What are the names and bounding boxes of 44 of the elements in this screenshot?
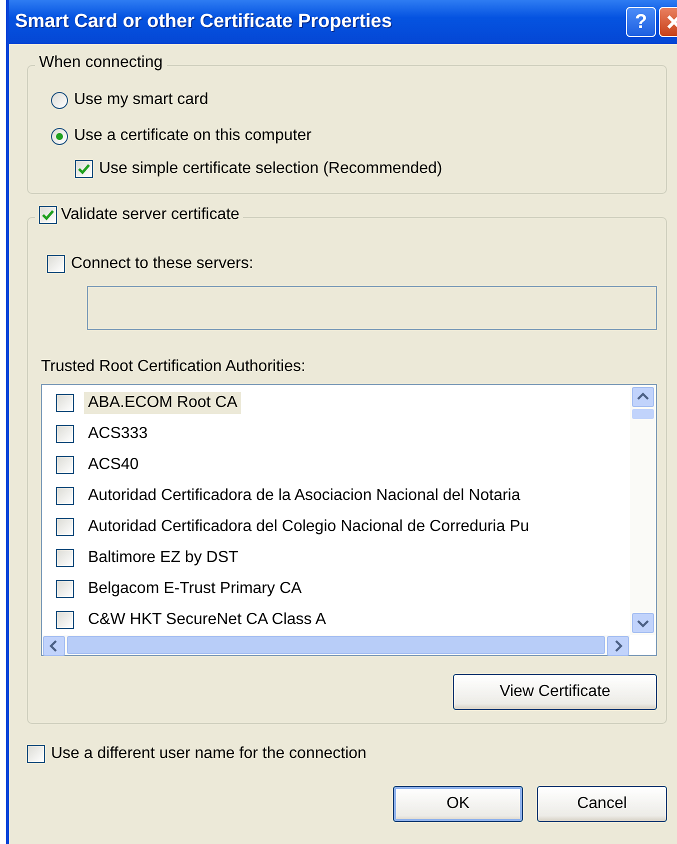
list-item[interactable]: C&W HKT SecureNet CA Class A: [84, 608, 330, 630]
checkbox[interactable]: [47, 255, 65, 273]
window-title: Smart Card or other Certificate Properties: [15, 11, 393, 33]
radio-button[interactable]: [51, 128, 68, 144]
ok-button[interactable]: OK: [393, 786, 523, 822]
checkbox[interactable]: [27, 745, 45, 763]
radio-label: Use my smart card: [74, 91, 208, 109]
list-item[interactable]: ACS333: [84, 422, 152, 444]
horizontal-scrollbar[interactable]: [42, 635, 630, 655]
list-label: Trusted Root Certification Authorities:: [41, 358, 306, 376]
checkbox[interactable]: [56, 610, 74, 628]
scroll-up-icon[interactable]: [632, 387, 654, 407]
view-certificate-button[interactable]: View Certificate: [453, 674, 657, 710]
scroll-left-icon[interactable]: [43, 636, 65, 656]
radio-button[interactable]: [51, 92, 68, 108]
list-item[interactable]: Belgacom E-Trust Primary CA: [84, 578, 306, 600]
checkbox[interactable]: [56, 424, 74, 442]
checkbox-label: Use simple certificate selection (Recommended): [99, 160, 442, 178]
vertical-scrollbar[interactable]: [630, 385, 656, 635]
help-button[interactable]: ?: [626, 7, 656, 37]
scroll-down-icon[interactable]: [632, 613, 654, 633]
checkbox[interactable]: [56, 548, 74, 566]
list-item[interactable]: ACS40: [84, 454, 143, 476]
scroll-thumb[interactable]: [67, 636, 605, 654]
scroll-thumb[interactable]: [632, 409, 654, 419]
checkbox[interactable]: [75, 160, 93, 178]
cancel-button[interactable]: Cancel: [537, 786, 667, 822]
list-item[interactable]: Autoridad Certificadora de la Asociacion Nacional del Notaria: [84, 484, 524, 506]
radio-label: Use a certificate on this computer: [74, 127, 312, 145]
list-item[interactable]: ABA.ECOM Root CA: [84, 392, 242, 414]
group-label: When connecting: [39, 54, 163, 72]
checkbox-label: Connect to these servers:: [71, 255, 254, 273]
checkbox-label: Validate server certificate: [61, 206, 240, 224]
list-item[interactable]: Autoridad Certificadora del Colegio Nacional de Correduria Pu: [84, 516, 534, 538]
checkbox[interactable]: [39, 206, 57, 224]
checkbox-label: Use a different user name for the connection: [51, 745, 366, 763]
scroll-right-icon[interactable]: [607, 636, 629, 656]
checkbox[interactable]: [56, 456, 74, 474]
server-input-field[interactable]: [87, 286, 657, 330]
checkbox[interactable]: [56, 394, 74, 412]
list-item[interactable]: Baltimore EZ by DST: [84, 546, 242, 568]
checkbox[interactable]: [56, 518, 74, 536]
checkbox[interactable]: [56, 486, 74, 504]
checkbox[interactable]: [56, 580, 74, 598]
